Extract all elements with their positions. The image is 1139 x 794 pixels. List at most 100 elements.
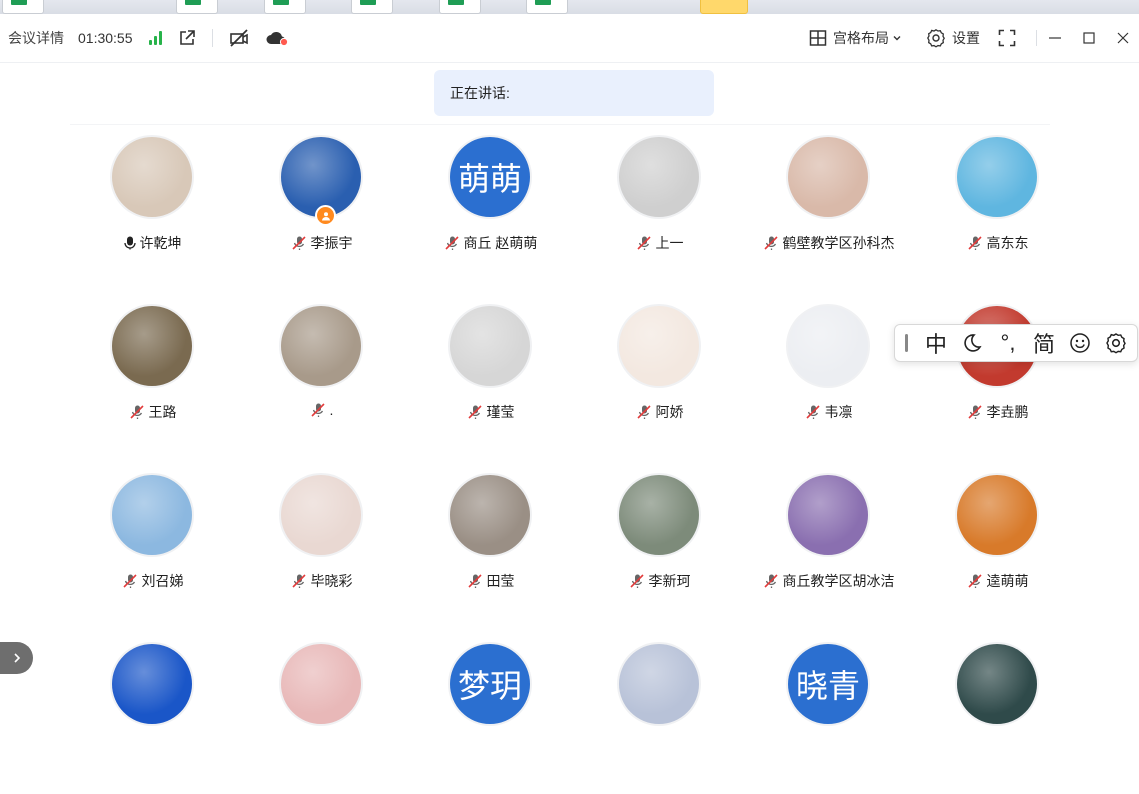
drag-handle[interactable]	[905, 334, 908, 352]
divider	[70, 124, 1050, 125]
ime-simplified-mode[interactable]: 简	[1026, 327, 1062, 359]
mic-muted-icon	[805, 405, 820, 419]
avatar[interactable]	[788, 137, 868, 217]
avatar[interactable]	[450, 475, 530, 555]
participant-tile[interactable]: 阿娇	[575, 306, 744, 456]
meeting-toolbar: 会议详情 01:30:55 宫格布局 设置	[0, 14, 1139, 63]
avatar[interactable]	[957, 644, 1037, 724]
participant-name-line: 鹤壁教学区孙科杰	[744, 233, 913, 253]
no-video-icon[interactable]	[229, 28, 249, 48]
meeting-details-link[interactable]: 会议详情	[8, 28, 64, 48]
participant-name: 逵萌萌	[986, 573, 1029, 589]
participant-tile[interactable]: 田莹	[406, 475, 575, 625]
participant-tile[interactable]: 王路	[68, 306, 237, 456]
chevron-right-icon	[13, 653, 20, 663]
avatar[interactable]	[619, 306, 699, 386]
ime-toolbar[interactable]: 中 °, 简	[894, 324, 1138, 362]
participant-tile[interactable]	[237, 644, 406, 794]
participant-tile[interactable]	[575, 644, 744, 794]
cloud-record-icon[interactable]	[265, 29, 289, 47]
fullscreen-icon[interactable]	[998, 29, 1016, 47]
avatar[interactable]	[619, 644, 699, 724]
participant-tile[interactable]: 高东东	[913, 137, 1082, 287]
moon-icon[interactable]	[954, 332, 990, 354]
participant-tile[interactable]: 毕晓彩	[237, 475, 406, 625]
participant-tile[interactable]: 韦凛	[744, 306, 913, 456]
participant-name-line: 李振宇	[237, 233, 406, 253]
ime-punctuation-mode[interactable]: °,	[990, 330, 1026, 356]
participant-name: 韦凛	[824, 404, 853, 420]
mic-icon	[123, 236, 136, 250]
mic-muted-icon	[967, 574, 982, 588]
window-thumbnail[interactable]	[439, 0, 481, 14]
avatar[interactable]	[957, 475, 1037, 555]
avatar[interactable]	[619, 137, 699, 217]
settings-button[interactable]: 设置	[926, 28, 980, 48]
avatar[interactable]	[619, 475, 699, 555]
participant-name-line: 高东东	[913, 233, 1082, 253]
participant-name-line: 逵萌萌	[913, 571, 1082, 591]
participant-tile[interactable]: 刘召娣	[68, 475, 237, 625]
share-out-icon[interactable]	[178, 29, 196, 47]
participant-name: 许乾坤	[139, 235, 182, 251]
grid-layout-button[interactable]: 宫格布局	[809, 28, 908, 48]
smiley-icon[interactable]	[1062, 332, 1098, 354]
participant-name-line: 毕晓彩	[237, 571, 406, 591]
avatar[interactable]	[112, 644, 192, 724]
gear-icon[interactable]	[1098, 332, 1134, 354]
mic-muted-icon	[967, 405, 982, 419]
avatar[interactable]: 萌萌	[450, 137, 530, 217]
avatar[interactable]	[957, 137, 1037, 217]
avatar[interactable]	[281, 475, 361, 555]
participant-name-line: 刘召娣	[68, 571, 237, 591]
participant-tile[interactable]: 鹤壁教学区孙科杰	[744, 137, 913, 287]
participant-tile[interactable]: 瑾莹	[406, 306, 575, 456]
participant-tile[interactable]	[68, 644, 237, 794]
close-icon[interactable]	[1107, 22, 1139, 54]
participant-name: 田莹	[486, 573, 515, 589]
avatar[interactable]: 晓青	[788, 644, 868, 724]
participant-name-line: .	[237, 402, 406, 418]
mic-muted-icon	[763, 574, 778, 588]
participant-tile[interactable]: 晓青	[744, 644, 913, 794]
expand-sidebar-button[interactable]	[0, 642, 33, 674]
window-thumbnail[interactable]	[264, 0, 306, 14]
grid-layout-label: 宫格布局	[833, 30, 889, 46]
avatar[interactable]	[112, 475, 192, 555]
ime-chinese-mode[interactable]: 中	[918, 327, 954, 359]
participant-name: 高东东	[986, 235, 1029, 251]
avatar[interactable]	[281, 644, 361, 724]
avatar[interactable]	[788, 306, 868, 386]
avatar[interactable]	[450, 306, 530, 386]
speaking-label: 正在讲话:	[450, 85, 510, 101]
avatar[interactable]	[112, 137, 192, 217]
network-signal-icon[interactable]	[148, 31, 162, 45]
grid-icon	[809, 30, 827, 46]
avatar[interactable]	[788, 475, 868, 555]
window-thumbnail[interactable]	[526, 0, 568, 14]
participant-tile[interactable]: 逵萌萌	[913, 475, 1082, 625]
mic-muted-icon	[967, 236, 982, 250]
speaking-banner: 正在讲话:	[434, 70, 714, 116]
participant-tile[interactable]	[913, 644, 1082, 794]
participant-tile[interactable]: .	[237, 306, 406, 456]
participant-tile[interactable]: 李振宇	[237, 137, 406, 287]
window-thumbnail[interactable]	[700, 0, 748, 14]
participant-tile[interactable]: 梦玥	[406, 644, 575, 794]
participant-tile[interactable]: 许乾坤	[68, 137, 237, 287]
maximize-icon[interactable]	[1073, 22, 1105, 54]
participant-name: 李新珂	[648, 573, 691, 589]
participant-tile[interactable]: 商丘教学区胡冰洁	[744, 475, 913, 625]
avatar[interactable]	[112, 306, 192, 386]
window-thumbnail[interactable]	[351, 0, 393, 14]
avatar[interactable]	[281, 306, 361, 386]
window-thumbnail[interactable]	[176, 0, 218, 14]
participant-tile[interactable]: 李新珂	[575, 475, 744, 625]
participant-name: 刘召娣	[141, 573, 184, 589]
participant-tile[interactable]: 萌萌 商丘 赵萌萌	[406, 137, 575, 287]
chevron-down-icon	[893, 36, 901, 41]
avatar[interactable]: 梦玥	[450, 644, 530, 724]
participant-tile[interactable]: 上一	[575, 137, 744, 287]
minimize-icon[interactable]	[1039, 22, 1071, 54]
window-thumbnail[interactable]	[2, 0, 44, 14]
